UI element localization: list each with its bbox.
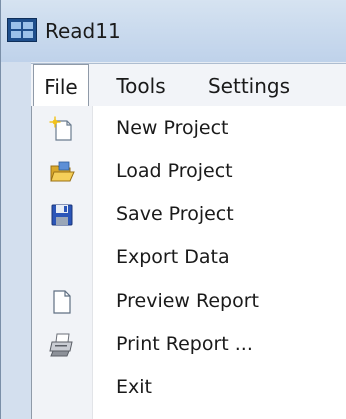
application-window: Read11 File Tools Settings New Project L…	[0, 0, 346, 419]
menu-item-preview-report[interactable]: Preview Report	[32, 281, 346, 321]
menu-item-label: Export Data	[116, 246, 230, 268]
file-dropdown-menu: New Project Load Project Save Project Ex…	[31, 106, 346, 419]
menu-item-label: Preview Report	[116, 290, 259, 312]
menu-item-load-project[interactable]: Load Project	[32, 151, 346, 191]
menu-item-label: Load Project	[116, 160, 233, 182]
menu-item-exit[interactable]: Exit	[32, 367, 346, 407]
menu-file[interactable]: File	[33, 64, 89, 107]
app-icon	[7, 18, 37, 42]
menu-bar: File Tools Settings	[31, 63, 346, 107]
window-title: Read11	[45, 19, 121, 43]
menu-item-label: Exit	[116, 376, 152, 398]
menu-item-print-report[interactable]: Print Report ...	[32, 324, 346, 364]
blank-page-icon	[48, 289, 76, 315]
floppy-disk-icon	[48, 202, 76, 228]
menu-settings[interactable]: Settings	[189, 64, 309, 107]
title-bar[interactable]: Read11	[1, 0, 346, 62]
menu-item-label: Save Project	[116, 203, 234, 225]
menu-item-label: New Project	[116, 117, 229, 139]
window-frame	[1, 62, 31, 419]
new-document-icon	[48, 116, 76, 142]
menu-item-export-data[interactable]: Export Data	[32, 237, 346, 277]
menu-item-new-project[interactable]: New Project	[32, 108, 346, 148]
menu-tools[interactable]: Tools	[101, 64, 181, 107]
menu-item-save-project[interactable]: Save Project	[32, 194, 346, 234]
open-folder-icon	[48, 159, 76, 185]
menu-item-label: Print Report ...	[116, 333, 253, 355]
printer-icon	[48, 332, 76, 358]
